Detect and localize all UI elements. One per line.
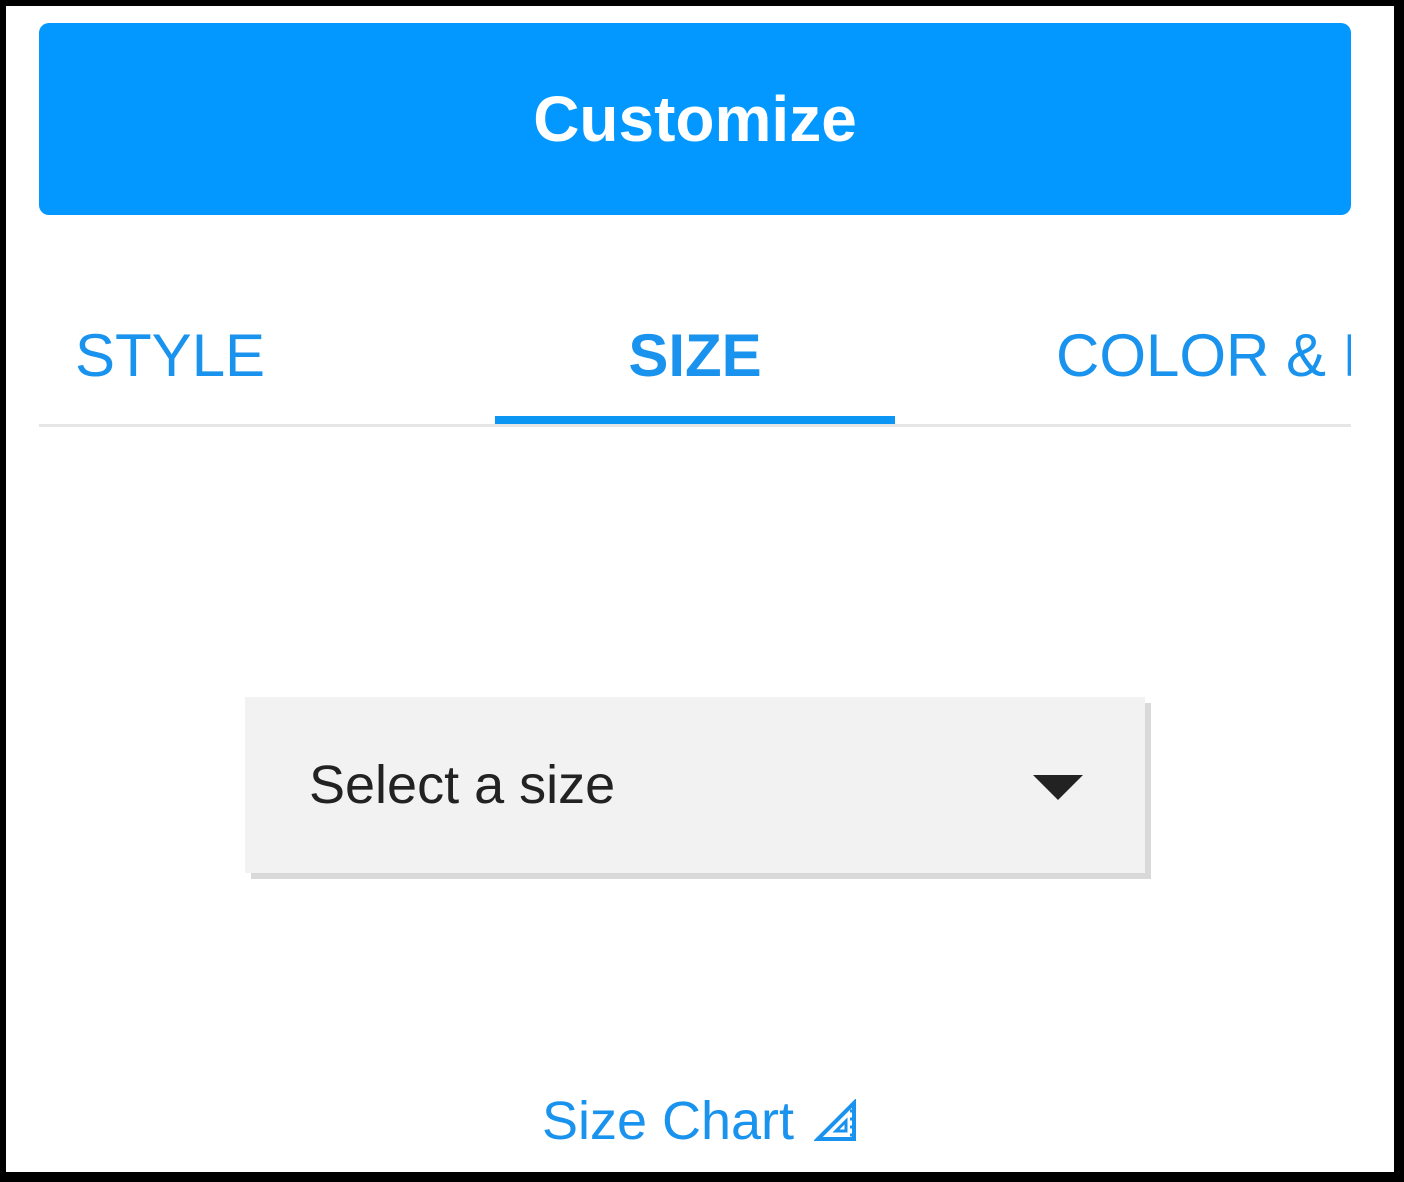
- tab-size[interactable]: SIZE: [495, 316, 895, 396]
- active-tab-indicator: [495, 416, 895, 424]
- caret-down-icon: [1033, 775, 1083, 800]
- tab-color[interactable]: COLOR & F: [1056, 316, 1351, 396]
- app-frame: Customize STYLE SIZE COLOR & F Select a …: [0, 0, 1404, 1182]
- tab-bar: STYLE SIZE COLOR & F: [39, 296, 1351, 426]
- size-chart-label: Size Chart: [541, 1091, 795, 1151]
- tabs-divider: [39, 424, 1351, 427]
- customize-button[interactable]: Customize: [39, 23, 1351, 215]
- tab-style[interactable]: STYLE: [75, 316, 265, 396]
- size-select-dropdown[interactable]: Select a size: [245, 697, 1145, 873]
- size-chart-link[interactable]: Size Chart: [6, 1086, 1394, 1156]
- size-select-placeholder: Select a size: [309, 755, 616, 815]
- ruler-triangle-icon: [814, 1099, 857, 1141]
